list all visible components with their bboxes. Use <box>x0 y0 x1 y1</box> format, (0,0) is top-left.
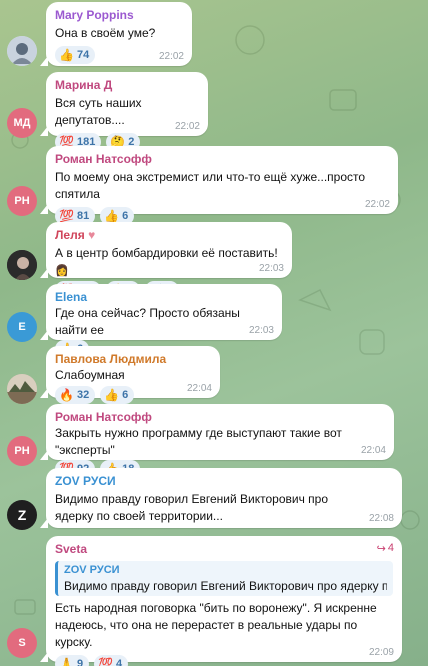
forward-icon: ↪ <box>376 543 386 555</box>
message-time: 22:02 <box>364 199 390 210</box>
quote-sender-name: ZOV РУСИ <box>64 564 120 576</box>
message-bubble[interactable]: Павлова Людмила Слабоумная 🔥 32 👍 6 22:04 <box>40 346 220 404</box>
message-text: Видимо правду говорил Евгений Викторович… <box>55 492 329 523</box>
message-text: Она в своём уме? <box>55 26 156 40</box>
message-bubble[interactable]: Роман Натсофф По моему она экстремист ил… <box>40 146 398 225</box>
message-text: Слабоумная <box>55 368 125 382</box>
reaction[interactable]: 👍6 <box>100 386 135 404</box>
reaction-count: 81 <box>76 210 90 222</box>
sender-name[interactable]: Роман Натсофф <box>55 152 389 167</box>
message-bubble[interactable]: Sveta ↪ 4 ZOV РУСИ Видимо правду говорил… <box>40 536 402 666</box>
reaction-emoji: 👍 <box>104 209 120 223</box>
reaction-count: 6 <box>122 389 129 401</box>
reaction-emoji: 💯 <box>59 209 74 223</box>
heart-icon: ♥ <box>88 228 96 242</box>
message-text: По моему она экстремист или что-то ещё х… <box>55 170 366 201</box>
reaction-count: 4 <box>116 658 123 666</box>
reaction-emoji: 👍 <box>104 388 120 402</box>
avatar[interactable]: E <box>7 312 37 342</box>
woman-emoji-icon: 👩 <box>55 265 69 277</box>
sender-name[interactable]: Elena <box>55 290 273 305</box>
message-time: 22:02 <box>174 121 200 132</box>
message-time: 22:03 <box>258 263 284 274</box>
message-bubble[interactable]: ZOV РУСИ Видимо правду говорил Евгений В… <box>40 468 402 528</box>
mary-avatar-icon <box>7 36 37 66</box>
reaction-emoji: 💯 <box>98 657 114 666</box>
pavlova-avatar-icon <box>7 374 37 404</box>
quote-text: Видимо правду говорил Евгений Викторович… <box>64 579 387 593</box>
message-time: 22:09 <box>368 647 394 658</box>
avatar[interactable]: РН <box>7 436 37 466</box>
message-text: Закрыть нужно программу где выступают та… <box>55 426 342 457</box>
message-bubble[interactable]: Леля ♥ А в центр бомбардировки её постав… <box>40 222 292 299</box>
reaction-count: 6 <box>122 210 129 222</box>
reaction-count: 32 <box>76 389 90 401</box>
reaction-emoji: 🙏 <box>59 657 74 666</box>
avatar[interactable] <box>7 36 37 66</box>
message-bubble[interactable]: Роман Натсофф Закрыть нужно программу гд… <box>40 404 394 478</box>
avatar[interactable]: РН <box>7 186 37 216</box>
sender-name-text: Леля <box>55 228 85 242</box>
sender-name[interactable]: Леля ♥ <box>55 228 283 243</box>
sender-name[interactable]: Sveta <box>55 542 393 557</box>
avatar[interactable]: S <box>7 628 37 658</box>
message-bubble[interactable]: Mary Poppins Она в своём уме? 👍 74 22:02 <box>40 2 192 66</box>
message-time: 22:03 <box>248 325 274 336</box>
sender-name[interactable]: Марина Д <box>55 78 199 93</box>
reaction-emoji: 🔥 <box>59 388 74 402</box>
message-text: А в центр бомбардировки её поставить! 👩 <box>55 245 283 280</box>
message-bubble[interactable]: Elena Где она сейчас? Просто обязаны най… <box>40 284 282 358</box>
avatar[interactable]: Z <box>7 500 37 530</box>
message-bubble[interactable]: Марина Д Вся суть наших депутатов.... 💯 1… <box>40 72 208 151</box>
message-time: 22:04 <box>360 445 386 456</box>
reaction[interactable]: 🙏 9 <box>55 655 90 666</box>
message-text: Есть народная поговорка "бить по воронеж… <box>55 601 377 649</box>
reaction-count: 74 <box>76 49 90 61</box>
reaction[interactable]: 👍 74 <box>55 46 96 64</box>
message-time: 22:04 <box>186 383 212 394</box>
avatar[interactable]: МД <box>7 108 37 138</box>
lelya-avatar-icon <box>7 250 37 280</box>
reply-quote[interactable]: ZOV РУСИ Видимо правду говорил Евгений В… <box>55 561 393 596</box>
sender-name[interactable]: Роман Натсофф <box>55 410 385 425</box>
avatar[interactable] <box>7 250 37 280</box>
reaction-count: 9 <box>76 658 84 666</box>
forward-count-value: 4 <box>387 542 394 554</box>
sender-name[interactable]: Павлова Людмила <box>55 352 211 367</box>
sender-name[interactable]: ZOV РУСИ <box>55 474 393 489</box>
message-text-content: А в центр бомбардировки её поставить! <box>55 246 278 260</box>
sender-name[interactable]: Mary Poppins <box>55 8 183 23</box>
avatar[interactable] <box>7 374 37 404</box>
reaction[interactable]: 🔥 32 <box>55 386 96 404</box>
reaction-emoji: 👍 <box>59 48 74 62</box>
message-time: 22:02 <box>158 51 184 62</box>
forward-count[interactable]: ↪ 4 <box>377 542 394 555</box>
message-text: Где она сейчас? Просто обязаны найти ее <box>55 306 240 337</box>
reaction[interactable]: 💯 4 <box>94 655 129 666</box>
reactions: 🙏 9 💯 4 <box>55 655 393 666</box>
message-time: 22:08 <box>368 513 394 524</box>
